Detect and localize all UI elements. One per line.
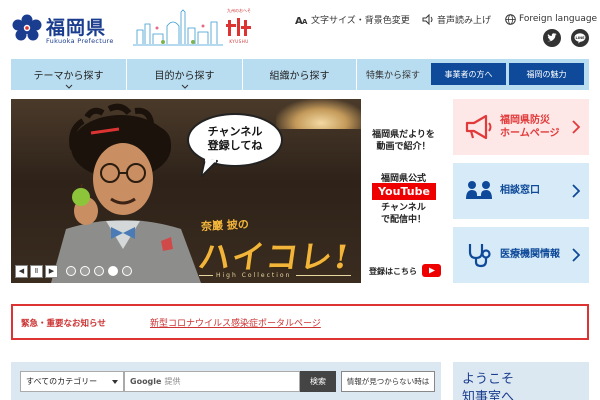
- slide-indicator-dot[interactable]: [94, 266, 104, 276]
- stethoscope-icon: [468, 244, 491, 268]
- pause-slide-button[interactable]: Ⅱ: [30, 264, 43, 278]
- slide-side-panel: 福岡県だよりを 動画で紹介！ 福岡県公式 YouTube チャンネル で配信中！…: [361, 99, 446, 283]
- kyushu-logo: 九州のおへそ KYUSHU: [222, 8, 256, 48]
- google-brand: Google: [130, 377, 162, 386]
- side-text-intro: 福岡県だよりを 動画で紹介！: [372, 130, 435, 152]
- city-skyline-illustration: [133, 9, 223, 46]
- text-size-label: 文字サイズ・背景色変更: [311, 15, 410, 26]
- nav-theme[interactable]: テーマから探す: [11, 59, 127, 90]
- nav-theme-label: テーマから探す: [33, 71, 104, 82]
- chevron-right-icon: [572, 184, 580, 198]
- governor-office-text: ようこそ 知事室へ: [462, 372, 515, 400]
- disaster-card-label: 福岡県防災 ホームページ: [500, 115, 560, 139]
- consultation-icon: [466, 181, 492, 199]
- nav-purpose-label: 目的から探す: [154, 71, 215, 82]
- search-input[interactable]: Google 提供: [124, 371, 300, 392]
- speech-link[interactable]: 音声読み上げ: [422, 12, 491, 26]
- high-collection-text: High Collection: [216, 272, 292, 279]
- slide-indicator-dot[interactable]: [122, 266, 132, 276]
- search-category-value: すべてのカテゴリー: [26, 377, 98, 386]
- chevron-down-icon: [112, 380, 118, 384]
- register-link-text[interactable]: 登録はこちら: [369, 266, 417, 277]
- chevron-right-icon: [572, 120, 580, 134]
- emergency-notice-box: 緊急・重要なお知らせ 新型コロナウイルス感染症ポータルページ: [11, 304, 589, 340]
- speaker-icon: [422, 13, 433, 25]
- foreign-language-link[interactable]: Foreign language: [505, 12, 597, 26]
- speech-bubble-tail: [201, 159, 218, 177]
- consult-card-label: 相談窓口: [500, 185, 540, 196]
- next-slide-button[interactable]: ▶: [45, 264, 58, 278]
- megaphone-icon: [465, 114, 492, 140]
- slide-indicator-dot[interactable]: [80, 266, 90, 276]
- svg-text:A: A: [302, 18, 308, 25]
- twitter-icon: [547, 33, 557, 42]
- kyushu-top-text: 九州のおへそ: [227, 8, 251, 13]
- nav-organization-label: 組織から探す: [269, 71, 330, 82]
- search-help-button[interactable]: 情報が見つからない時は: [341, 371, 435, 392]
- foreign-language-label: Foreign language: [519, 14, 598, 24]
- chevron-down-icon: [181, 84, 188, 89]
- side-text-streaming: チャンネル で配信中！: [380, 203, 426, 225]
- global-nav: テーマから探す 目的から探す 組織から探す 特集から探す 事業者の方へ 福岡の魅…: [11, 59, 589, 90]
- kyushu-bottom-text: KYUSHU: [229, 39, 249, 44]
- logo-title: 福岡県: [46, 17, 107, 39]
- hero-slider[interactable]: チャンネル 登録してね 奈巖 披の ハイコレ! High Collection …: [11, 99, 446, 283]
- nav-business-button[interactable]: 事業者の方へ: [431, 63, 506, 85]
- kyushu-mark-icon: [226, 18, 251, 36]
- medical-card-label: 医療機関情報: [500, 249, 560, 260]
- search-category-select[interactable]: すべてのカテゴリー: [20, 371, 124, 392]
- chevron-right-icon: [572, 248, 580, 262]
- disaster-homepage-card[interactable]: 福岡県防災 ホームページ: [453, 99, 589, 155]
- divider: [296, 275, 351, 276]
- search-area: すべてのカテゴリー Google 提供 検索 情報が見つからない時は: [11, 362, 441, 400]
- svg-text:LINE: LINE: [575, 36, 585, 40]
- prefecture-emblem-icon: [12, 14, 42, 41]
- speech-bubble-text: チャンネル 登録してね: [207, 125, 263, 152]
- text-size-link[interactable]: A A 文字サイズ・背景色変更: [295, 12, 410, 26]
- consultation-card[interactable]: 相談窓口: [453, 163, 589, 219]
- nav-purpose[interactable]: 目的から探す: [127, 59, 243, 90]
- emergency-notice-label: 緊急・重要なお知らせ: [21, 319, 106, 329]
- divider: [199, 275, 213, 276]
- search-button[interactable]: 検索: [300, 371, 336, 392]
- logo-subtitle: Fukuoka Prefecture: [46, 37, 114, 45]
- chevron-down-icon: [65, 84, 72, 89]
- slide-indicator-dot[interactable]: [66, 266, 76, 276]
- speech-label: 音声読み上げ: [437, 15, 492, 26]
- text-size-icon: A A: [295, 16, 308, 25]
- youtube-play-icon[interactable]: [422, 264, 441, 277]
- prev-slide-button[interactable]: ◀: [15, 264, 28, 278]
- slide-indicators: [66, 266, 136, 276]
- slider-controls: ◀ Ⅱ ▶: [15, 264, 136, 278]
- nav-organization[interactable]: 組織から探す: [243, 59, 357, 90]
- medical-info-card[interactable]: 医療機関情報: [453, 227, 589, 283]
- twitter-link[interactable]: [543, 29, 561, 47]
- globe-icon: [505, 13, 516, 25]
- covid-portal-link[interactable]: 新型コロナウイルス感染症ポータルページ: [150, 316, 321, 329]
- slide-photo: チャンネル 登録してね 奈巖 披の ハイコレ! High Collection: [11, 99, 361, 283]
- slide-indicator-dot[interactable]: [108, 266, 118, 276]
- fukuoka-logo[interactable]: 福岡県 Fukuoka Prefecture: [10, 10, 120, 46]
- line-icon: LINE: [574, 33, 586, 44]
- search-input-placeholder: 提供: [164, 377, 181, 386]
- line-link[interactable]: LINE: [571, 29, 589, 47]
- youtube-badge: YouTube: [372, 183, 436, 200]
- governor-office-banner[interactable]: ようこそ 知事室へ: [453, 362, 589, 400]
- nav-charm-button[interactable]: 福岡の魅力: [509, 63, 584, 85]
- nav-feature-label: 特集から探す: [365, 71, 420, 81]
